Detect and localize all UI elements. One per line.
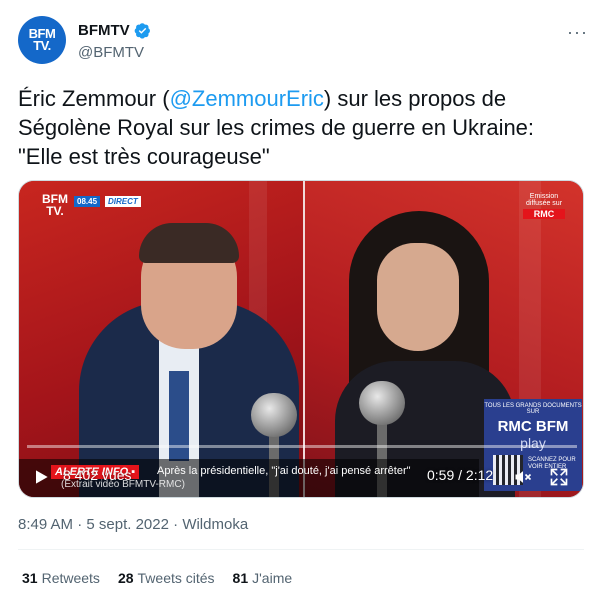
- tweet-time[interactable]: 8:49 AM: [18, 516, 73, 533]
- likes-count: 81: [232, 570, 249, 586]
- split-divider: [303, 181, 305, 497]
- microphone-left-icon: [251, 393, 297, 437]
- avatar-text-bottom: TV.: [33, 38, 51, 53]
- live-badge: DIRECT: [105, 196, 141, 207]
- time-badge: 08.45: [74, 196, 101, 207]
- quotes-count: 28: [117, 570, 134, 586]
- verified-badge-icon: [134, 23, 150, 39]
- channel-logo-bottom: TV.: [46, 204, 64, 218]
- view-count: 8 402 vues: [63, 467, 132, 483]
- muted-speaker-icon[interactable]: [513, 467, 533, 487]
- retweets-stat[interactable]: 31 Retweets: [22, 570, 100, 586]
- bfmtv-logo: BFM TV.: [41, 193, 69, 221]
- meta-separator: ·: [77, 516, 83, 533]
- microphone-right-icon: [359, 381, 405, 425]
- tweet-header: BFM TV. BFMTV @BFMTV ···: [18, 12, 588, 68]
- tweet-date[interactable]: 5 sept. 2022: [86, 516, 169, 533]
- rmc-logo: Emission diffusée sur RMC: [523, 193, 565, 221]
- tweet-card: BFM TV. BFMTV @BFMTV ··· Éric Zemmour (@…: [0, 0, 605, 604]
- retweets-count: 31: [22, 570, 38, 586]
- tweet-meta: 8:49 AM · 5 sept. 2022 · Wildmoka: [18, 516, 248, 533]
- tweet-text: Éric Zemmour (@ZemmourEric) sur les prop…: [18, 84, 578, 171]
- name-row: BFMTV: [78, 22, 151, 39]
- account-name[interactable]: BFMTV: [78, 22, 130, 39]
- tweet-text-before: Éric Zemmour (: [18, 86, 170, 111]
- mention-link[interactable]: @ZemmourEric: [170, 86, 324, 111]
- more-horizontal-icon[interactable]: ···: [567, 22, 588, 43]
- meta-separator: ·: [173, 516, 179, 533]
- play-icon[interactable]: [31, 467, 51, 487]
- video-player[interactable]: BFM TV. 08.45 DIRECT Emission diffusée s…: [18, 180, 584, 498]
- promo-brand: RMC BFM: [497, 418, 569, 435]
- alert-text: Après la présidentielle, "j'ai douté, j'…: [157, 465, 411, 477]
- avatar[interactable]: BFM TV.: [18, 16, 66, 64]
- fullscreen-icon[interactable]: [549, 467, 569, 487]
- rmc-logo-brand: RMC: [523, 209, 565, 219]
- retweets-label: Retweets: [41, 570, 100, 586]
- engagement-stats: 31 Retweets 28 Tweets cités 81 J'aime: [22, 570, 310, 586]
- presenter-right-face: [377, 243, 459, 351]
- presenter-left-hair: [139, 223, 239, 263]
- rmc-logo-caption: Emission diffusée sur: [525, 193, 563, 207]
- account-handle[interactable]: @BFMTV: [78, 44, 144, 61]
- progress-bar[interactable]: [27, 445, 577, 448]
- quote-tweets-stat[interactable]: 28 Tweets cités: [118, 570, 215, 586]
- likes-label: J'aime: [252, 570, 293, 586]
- promo-caption: TOUS LES GRANDS DOCUMENTS SUR: [484, 403, 582, 415]
- likes-stat[interactable]: 81 J'aime: [233, 570, 293, 586]
- timecode: 0:59 / 2:12: [427, 467, 494, 483]
- promo-play: play: [520, 435, 546, 451]
- divider: [18, 549, 584, 550]
- tweet-source[interactable]: Wildmoka: [182, 516, 248, 533]
- quotes-label: Tweets cités: [137, 570, 215, 586]
